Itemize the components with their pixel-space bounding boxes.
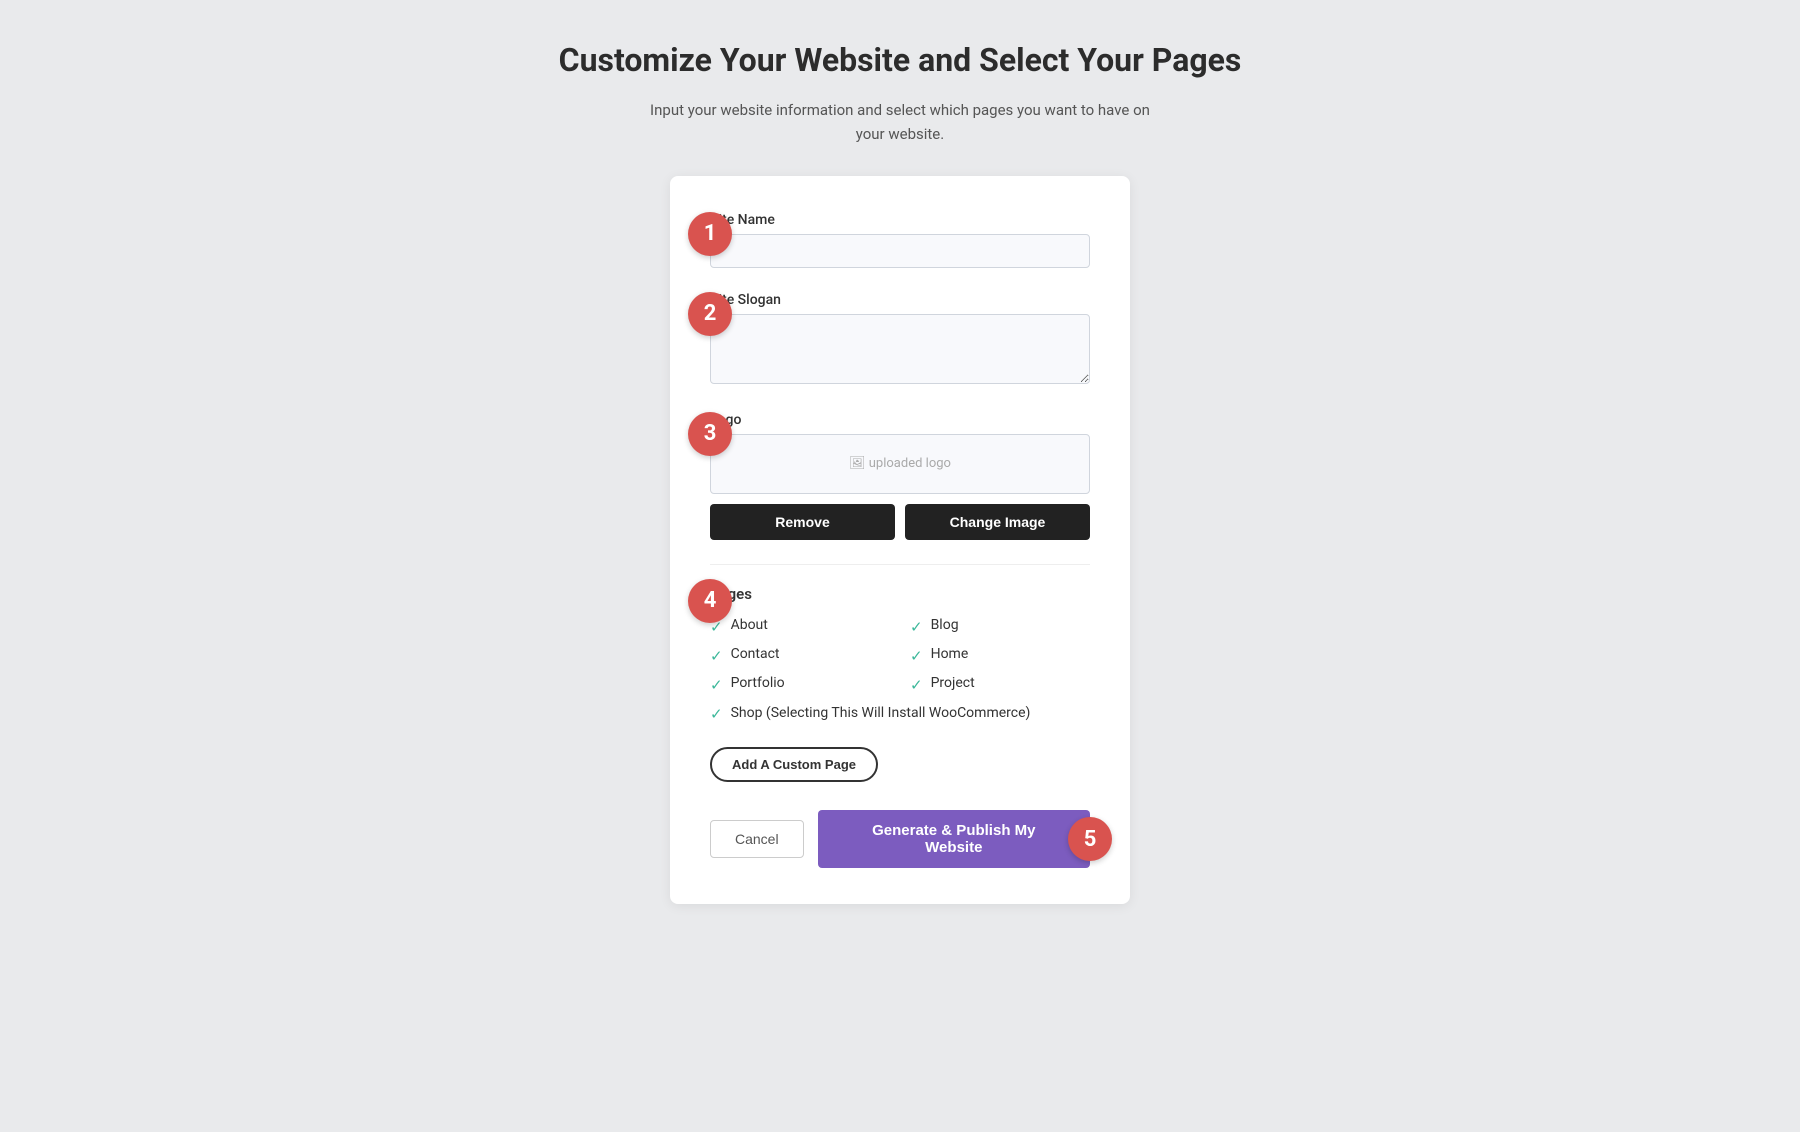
page-item-about: ✓ About [710, 617, 890, 636]
page-item-shop: ✓ Shop (Selecting This Will Install WooC… [710, 704, 1090, 724]
step-badge-4: 4 [688, 579, 732, 623]
logo-preview: 🖼 uploaded logo [710, 434, 1090, 494]
page-label-blog: Blog [931, 617, 959, 633]
step-badge-3: 3 [688, 412, 732, 456]
change-image-button[interactable]: Change Image [905, 504, 1090, 540]
page-label-shop: Shop (Selecting This Will Install WooCom… [731, 704, 1031, 724]
site-slogan-input[interactable] [710, 314, 1090, 384]
logo-label: Logo [710, 412, 1090, 428]
page-label-home: Home [931, 646, 969, 662]
logo-group: 3 Logo 🖼 uploaded logo Remove Change Ima… [710, 412, 1090, 540]
cancel-button[interactable]: Cancel [710, 820, 804, 858]
site-name-label: Site Name [710, 212, 1090, 228]
pages-grid: ✓ About ✓ Blog ✓ Contact ✓ Home ✓ Portfo… [710, 617, 1090, 724]
check-blog: ✓ [910, 618, 923, 636]
site-slogan-group: 2 Site Slogan [710, 292, 1090, 388]
divider [710, 564, 1090, 565]
page-header: Customize Your Website and Select Your P… [559, 40, 1242, 146]
site-slogan-label: Site Slogan [710, 292, 1090, 308]
form-footer: Cancel Generate & Publish My Website 5 [710, 810, 1090, 868]
page-subtitle: Input your website information and selec… [650, 98, 1150, 146]
check-project: ✓ [910, 676, 923, 694]
page-label-portfolio: Portfolio [731, 675, 785, 691]
logo-buttons: Remove Change Image [710, 504, 1090, 540]
page-item-contact: ✓ Contact [710, 646, 890, 665]
page-label-about: About [731, 617, 768, 633]
page-label-contact: Contact [731, 646, 780, 662]
pages-title: Pages [710, 585, 1090, 603]
check-portfolio: ✓ [710, 676, 723, 694]
check-home: ✓ [910, 647, 923, 665]
form-card: 1 Site Name 2 Site Slogan 3 Logo 🖼 uploa… [670, 176, 1130, 905]
check-shop: ✓ [710, 705, 723, 723]
page-title: Customize Your Website and Select Your P… [559, 40, 1242, 82]
logo-preview-text: 🖼 uploaded logo [849, 456, 951, 471]
site-name-input[interactable] [710, 234, 1090, 268]
page-item-project: ✓ Project [910, 675, 1090, 694]
check-contact: ✓ [710, 647, 723, 665]
step-badge-2: 2 [688, 292, 732, 336]
site-name-group: 1 Site Name [710, 212, 1090, 268]
page-item-home: ✓ Home [910, 646, 1090, 665]
add-custom-page-button[interactable]: Add A Custom Page [710, 747, 878, 782]
page-label-project: Project [931, 675, 975, 691]
pages-section: 4 Pages ✓ About ✓ Blog ✓ Contact ✓ Home … [710, 585, 1090, 783]
step-badge-5: 5 [1068, 817, 1112, 861]
publish-button[interactable]: Generate & Publish My Website [818, 810, 1090, 868]
page-item-portfolio: ✓ Portfolio [710, 675, 890, 694]
remove-button[interactable]: Remove [710, 504, 895, 540]
step-badge-1: 1 [688, 212, 732, 256]
page-item-blog: ✓ Blog [910, 617, 1090, 636]
